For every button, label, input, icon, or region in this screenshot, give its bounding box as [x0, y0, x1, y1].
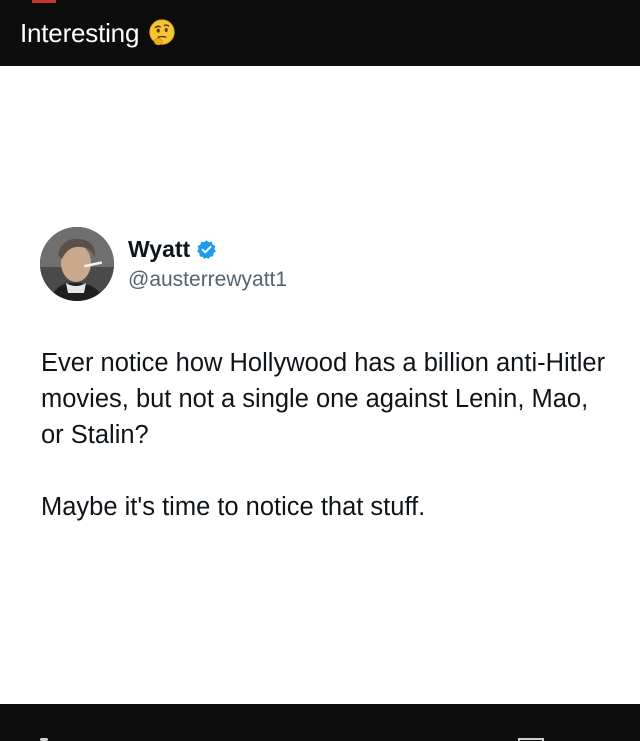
avatar[interactable]	[40, 227, 114, 301]
post-caption: Interesting	[20, 17, 140, 48]
verified-badge-icon	[197, 240, 216, 259]
author-name[interactable]: Wyatt	[128, 236, 190, 263]
author-handle[interactable]: @austerrewyatt1	[128, 268, 287, 292]
bottom-bar	[0, 704, 640, 741]
post-header-bar: Interesting	[0, 0, 640, 66]
avatar-photo	[40, 227, 114, 301]
tweet-card[interactable]: Wyatt @austerrewyatt1 Ever notice how Ho…	[0, 66, 640, 704]
header-accent	[32, 0, 56, 3]
tweet-author[interactable]: Wyatt @austerrewyatt1	[40, 227, 287, 301]
tweet-paragraph: Maybe it's time to notice that stuff.	[41, 493, 426, 521]
tweet-body: Ever notice how Hollywood has a billion …	[41, 345, 611, 525]
tweet-paragraph: Ever notice how Hollywood has a billion …	[41, 349, 606, 449]
thinking-face-icon	[149, 19, 175, 46]
